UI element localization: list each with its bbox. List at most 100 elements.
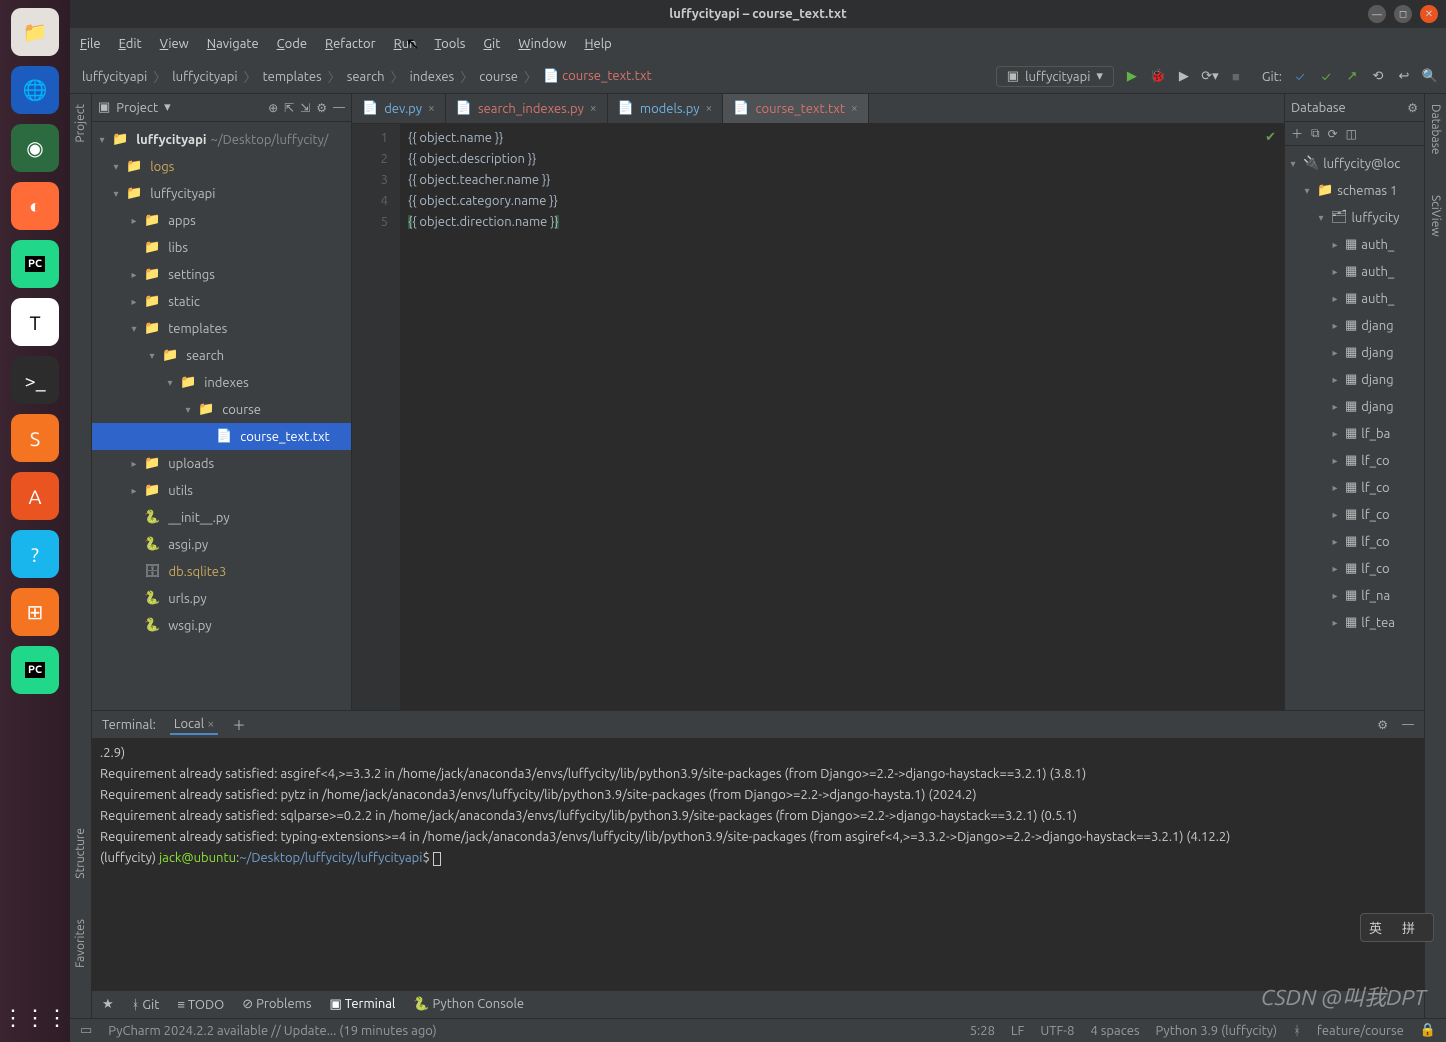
- tree-item[interactable]: 🐍wsgi.py: [92, 612, 351, 639]
- db-item[interactable]: ▸▦lf_co: [1285, 447, 1424, 474]
- ime-indicator[interactable]: 英拼: [1360, 913, 1434, 942]
- tree-item[interactable]: 📁libs: [92, 234, 351, 261]
- close-button[interactable]: ✕: [1420, 5, 1438, 23]
- git-push-icon[interactable]: ↗: [1344, 69, 1360, 85]
- db-item[interactable]: ▸▦lf_co: [1285, 555, 1424, 582]
- tree-item[interactable]: ▸📁utils: [92, 477, 351, 504]
- interpreter[interactable]: Python 3.9 (luffycity): [1156, 1024, 1278, 1038]
- db-item[interactable]: ▸▦lf_na: [1285, 582, 1424, 609]
- gear-icon[interactable]: ⚙: [1377, 718, 1388, 732]
- crumb-5[interactable]: course: [475, 68, 522, 86]
- db-item[interactable]: ▾🔌luffycity@loc: [1285, 150, 1424, 177]
- menu-git[interactable]: Git: [483, 37, 500, 51]
- db-item[interactable]: ▾🗂luffycity: [1285, 204, 1424, 231]
- tool-git[interactable]: ᚼ Git: [132, 998, 160, 1012]
- crumb-1[interactable]: luffycityapi: [168, 68, 241, 86]
- crumb-6[interactable]: 📄 course_text.txt: [539, 67, 656, 86]
- tree-item[interactable]: 🐍asgi.py: [92, 531, 351, 558]
- terminal-dock-icon[interactable]: >_: [11, 356, 59, 404]
- crumb-0[interactable]: luffycityapi: [78, 68, 151, 86]
- stop-db-icon[interactable]: ◫: [1346, 127, 1357, 141]
- tab-models.py[interactable]: 📄models.py×: [608, 94, 724, 123]
- db-item[interactable]: ▸▦lf_tea: [1285, 609, 1424, 636]
- db-item[interactable]: ▸▦auth_: [1285, 258, 1424, 285]
- postman-icon[interactable]: ◐: [11, 182, 59, 230]
- tree-item[interactable]: ▾📁templates: [92, 315, 351, 342]
- git-rollback-icon[interactable]: ↩: [1396, 69, 1412, 85]
- db-item[interactable]: ▸▦djang: [1285, 312, 1424, 339]
- tree-item[interactable]: ▾📁course: [92, 396, 351, 423]
- database-tool-tab[interactable]: Database: [1429, 104, 1442, 155]
- tree-item[interactable]: ▸📁static: [92, 288, 351, 315]
- tree-item[interactable]: 🐍urls.py: [92, 585, 351, 612]
- pycharm2-icon[interactable]: PC: [11, 646, 59, 694]
- git-history-icon[interactable]: ⟲: [1370, 69, 1386, 85]
- debug-button[interactable]: 🐞: [1150, 69, 1166, 85]
- add-terminal-button[interactable]: ＋: [232, 715, 245, 734]
- tree-item[interactable]: ▾📁search: [92, 342, 351, 369]
- profile-button[interactable]: ⟳▾: [1202, 69, 1218, 85]
- db-item[interactable]: ▾📁schemas 1: [1285, 177, 1424, 204]
- menu-edit[interactable]: Edit: [119, 37, 142, 51]
- tab-course_text.txt[interactable]: 📄course_text.txt×: [723, 94, 868, 123]
- tab-search_indexes.py[interactable]: 📄search_indexes.py×: [446, 94, 608, 123]
- tab-dev.py[interactable]: 📄dev.py×: [352, 94, 446, 123]
- line-separator[interactable]: LF: [1011, 1024, 1024, 1038]
- tree-item[interactable]: 🗄db.sqlite3: [92, 558, 351, 585]
- menu-window[interactable]: Window: [518, 37, 566, 51]
- db-item[interactable]: ▸▦djang: [1285, 366, 1424, 393]
- menu-tools[interactable]: Tools: [435, 37, 466, 51]
- menu-file[interactable]: File: [80, 37, 101, 51]
- apps-grid-icon[interactable]: ⋮⋮⋮: [11, 994, 59, 1042]
- encoding[interactable]: UTF-8: [1040, 1024, 1074, 1038]
- gear-icon[interactable]: ⚙: [1407, 101, 1418, 115]
- app2-icon[interactable]: ⊞: [11, 588, 59, 636]
- pycharm-icon[interactable]: PC: [11, 240, 59, 288]
- refresh-icon[interactable]: ⟳: [1328, 127, 1338, 141]
- tool-terminal[interactable]: ▣ Terminal: [329, 997, 395, 1012]
- database-tree[interactable]: ▾🔌luffycity@loc▾📁schemas 1▾🗂luffycity ▸▦a…: [1285, 146, 1424, 710]
- db-item[interactable]: ▸▦djang: [1285, 393, 1424, 420]
- db-item[interactable]: ▸▦auth_: [1285, 285, 1424, 312]
- minimize-button[interactable]: —: [1368, 5, 1386, 23]
- tree-item[interactable]: ▸📁settings: [92, 261, 351, 288]
- star-icon[interactable]: ★: [102, 997, 114, 1012]
- menu-view[interactable]: View: [160, 37, 189, 51]
- app-icon[interactable]: ◉: [11, 124, 59, 172]
- status-update[interactable]: PyCharm 2024.2.2 available // Update... …: [108, 1024, 436, 1038]
- menu-code[interactable]: Code: [277, 37, 307, 51]
- inspection-ok-icon[interactable]: ✔: [1265, 130, 1276, 145]
- locate-icon[interactable]: ⊕: [268, 101, 278, 115]
- lock-icon[interactable]: 🔒: [1420, 1023, 1436, 1038]
- git-pull-icon[interactable]: ✓: [1292, 69, 1308, 85]
- sciview-tool-tab[interactable]: SciView: [1429, 195, 1442, 237]
- run-config-selector[interactable]: ▣ luffycityapi ▾: [996, 66, 1114, 87]
- db-item[interactable]: ▸▦lf_co: [1285, 474, 1424, 501]
- db-item[interactable]: ▸▦djang: [1285, 339, 1424, 366]
- menu-navigate[interactable]: Navigate: [207, 37, 259, 51]
- copy-icon[interactable]: ⧉: [1311, 127, 1320, 141]
- git-commit-icon[interactable]: ✓: [1318, 69, 1334, 85]
- terminal-output[interactable]: .2.9)Requirement already satisfied: asgi…: [92, 739, 1424, 990]
- favorites-tool-tab[interactable]: Favorites: [74, 919, 87, 968]
- breadcrumb[interactable]: luffycityapi〉luffycityapi〉templates〉sear…: [78, 67, 656, 86]
- text-icon[interactable]: T: [11, 298, 59, 346]
- expand-icon[interactable]: ⇱: [284, 101, 294, 115]
- tree-item[interactable]: ▸📁apps: [92, 207, 351, 234]
- db-item[interactable]: ▸▦lf_co: [1285, 501, 1424, 528]
- tool-problems[interactable]: ⊘ Problems: [242, 997, 311, 1012]
- git-branch[interactable]: feature/course: [1317, 1024, 1404, 1038]
- structure-tool-tab[interactable]: Structure: [74, 828, 87, 879]
- crumb-2[interactable]: templates: [259, 68, 326, 86]
- help-icon[interactable]: ?: [11, 530, 59, 578]
- store-icon[interactable]: A: [11, 472, 59, 520]
- crumb-4[interactable]: indexes: [406, 68, 459, 86]
- run-button[interactable]: ▶: [1124, 69, 1140, 85]
- hide-terminal-icon[interactable]: —: [1402, 718, 1414, 731]
- caret-position[interactable]: 5:28: [970, 1024, 995, 1038]
- code-content[interactable]: {{ object.name }}{{ object.description }…: [400, 124, 1284, 710]
- tree-item[interactable]: ▾📁indexes: [92, 369, 351, 396]
- search-icon[interactable]: 🔍: [1422, 69, 1438, 85]
- maximize-button[interactable]: ◻: [1394, 5, 1412, 23]
- tool-todo[interactable]: ≡ TODO: [177, 997, 224, 1012]
